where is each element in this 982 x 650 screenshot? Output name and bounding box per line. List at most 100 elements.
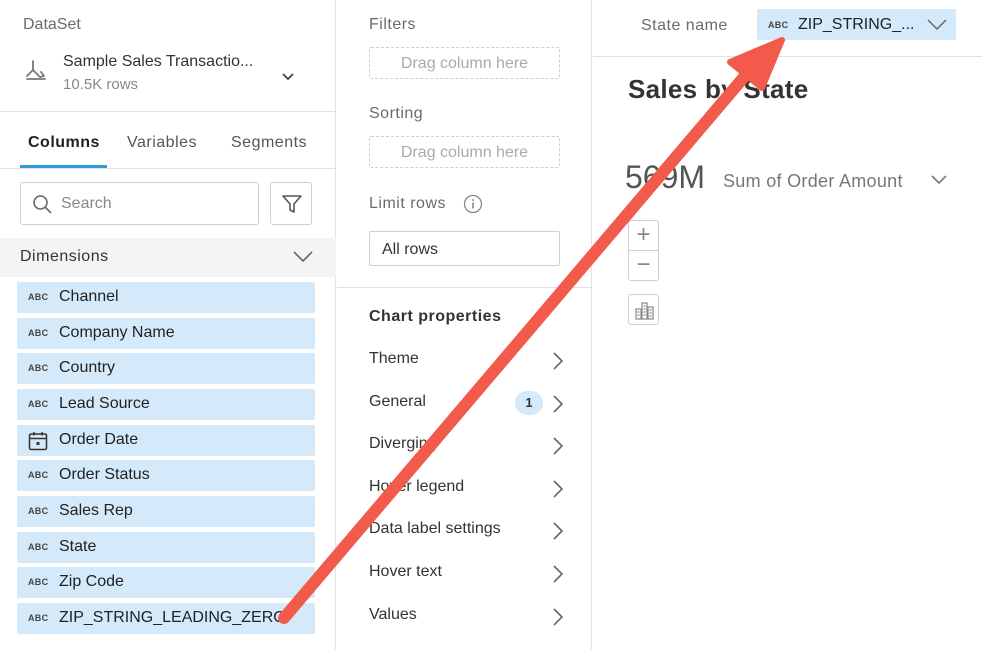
chevron-right-icon (553, 565, 564, 583)
info-icon[interactable] (463, 194, 483, 214)
property-label: Hover legend (369, 478, 465, 495)
filter-button[interactable] (270, 182, 312, 225)
zoom-control: + − (628, 220, 659, 281)
metric-label[interactable]: Sum of Order Amount (723, 171, 903, 192)
chart-config-panel: Filters Drag column here Sorting Drag co… (337, 0, 592, 650)
search-icon (33, 195, 52, 214)
property-theme[interactable]: Theme (369, 344, 569, 374)
chevron-down-icon (293, 251, 313, 263)
filters-label: Filters (369, 16, 417, 33)
dimensions-header[interactable]: Dimensions (0, 238, 336, 277)
chart-canvas: State name ABC ZIP_STRING_... Sales by S… (593, 0, 982, 650)
text-type-icon: ABC (28, 613, 49, 623)
property-label: Theme (369, 350, 419, 367)
field-label: Order Status (59, 466, 150, 483)
chevron-down-icon[interactable] (281, 70, 295, 84)
property-label: Diverging (369, 435, 437, 452)
field-label: State (59, 538, 97, 555)
chevron-right-icon (553, 437, 564, 455)
dimension-field-order-status[interactable]: ABC Order Status (17, 460, 315, 491)
field-label: Channel (59, 288, 119, 305)
dimension-field-sales-rep[interactable]: ABC Sales Rep (17, 496, 315, 527)
chevron-right-icon (553, 395, 564, 413)
chart-type-button[interactable] (628, 294, 659, 325)
property-label: Values (369, 606, 417, 623)
chevron-down-icon[interactable] (930, 174, 948, 186)
column-tabs: Columns Variables Segments (0, 112, 336, 169)
dimensions-title: Dimensions (20, 248, 109, 265)
field-label: Lead Source (59, 395, 150, 412)
sorting-label: Sorting (369, 105, 424, 122)
field-label: Sales Rep (59, 502, 133, 519)
chevron-right-icon (553, 352, 564, 370)
field-label: ZIP_STRING_LEADING_ZERO (59, 609, 286, 626)
data-panel: DataSet Sample Sales Transactio... 10.5K… (0, 0, 336, 650)
property-hover-legend[interactable]: Hover legend (369, 472, 569, 502)
chart-title: Sales by State (628, 74, 809, 104)
filters-drop-zone[interactable]: Drag column here (369, 47, 560, 79)
divider (593, 56, 982, 57)
limit-rows-value: All rows (382, 241, 439, 258)
chevron-right-icon (553, 480, 564, 498)
state-name-label: State name (641, 17, 728, 34)
property-general[interactable]: General 1 (369, 387, 569, 417)
property-label: Data label settings (369, 520, 501, 537)
field-label: Country (59, 359, 116, 376)
search-input[interactable] (61, 194, 251, 214)
chevron-right-icon (553, 608, 564, 626)
chevron-right-icon (553, 522, 564, 540)
text-type-icon: ABC (28, 506, 49, 516)
zoom-out-button[interactable]: − (629, 251, 658, 281)
field-label: Order Date (59, 431, 139, 448)
property-label: Hover text (369, 563, 442, 580)
property-hover-text[interactable]: Hover text (369, 557, 569, 587)
text-type-icon: ABC (28, 470, 49, 480)
active-tab-indicator (20, 165, 107, 168)
drop-zone-hint: Drag column here (400, 144, 529, 161)
dimension-field-country[interactable]: ABC Country (17, 353, 315, 384)
dimension-field-state[interactable]: ABC State (17, 532, 315, 563)
dimension-field-zip-string-leading-zero[interactable]: ABC ZIP_STRING_LEADING_ZERO (17, 603, 315, 634)
text-type-icon: ABC (28, 399, 49, 409)
chart-properties-title: Chart properties (369, 308, 502, 325)
text-type-icon: ABC (28, 363, 49, 373)
dimension-field-company-name[interactable]: ABC Company Name (17, 318, 315, 349)
divider (337, 287, 592, 288)
sorting-drop-zone[interactable]: Drag column here (369, 136, 560, 168)
limit-rows-label: Limit rows (369, 195, 447, 212)
chevron-down-icon (927, 19, 947, 31)
search-box (20, 182, 259, 225)
tab-segments[interactable]: Segments (231, 134, 307, 152)
text-type-icon: ABC (28, 328, 49, 338)
text-type-icon: ABC (28, 292, 49, 302)
calendar-icon (28, 432, 48, 451)
dimension-field-channel[interactable]: ABC Channel (17, 282, 315, 313)
drop-zone-hint: Drag column here (400, 55, 529, 72)
text-type-icon: ABC (28, 577, 49, 587)
metric-value: 569M (625, 159, 706, 195)
funnel-icon (282, 195, 302, 213)
text-type-icon: ABC (28, 542, 49, 552)
property-data-label-settings[interactable]: Data label settings (369, 514, 569, 544)
dataset-name[interactable]: Sample Sales Transactio... (63, 53, 253, 71)
count-badge: 1 (515, 391, 543, 415)
property-values[interactable]: Values (369, 600, 569, 630)
dataset-label: DataSet (23, 16, 81, 33)
state-name-value: ZIP_STRING_... (798, 16, 915, 33)
dimension-field-zip-code[interactable]: ABC Zip Code (17, 567, 315, 598)
property-label: General (369, 393, 426, 410)
dimension-field-lead-source[interactable]: ABC Lead Source (17, 389, 315, 420)
property-diverging[interactable]: Diverging (369, 429, 569, 459)
field-label: Zip Code (59, 573, 124, 590)
dimension-field-order-date[interactable]: Order Date (17, 425, 315, 456)
zoom-in-button[interactable]: + (629, 221, 658, 251)
dataset-icon (26, 60, 46, 80)
field-label: Company Name (59, 324, 175, 341)
text-type-icon: ABC (768, 20, 789, 30)
dataset-row-count: 10.5K rows (63, 76, 139, 93)
tab-columns[interactable]: Columns (28, 134, 100, 152)
state-name-select[interactable]: ABC ZIP_STRING_... (757, 9, 956, 40)
limit-rows-input[interactable]: All rows (369, 231, 560, 266)
buildings-icon (635, 302, 654, 320)
tab-variables[interactable]: Variables (127, 134, 197, 152)
